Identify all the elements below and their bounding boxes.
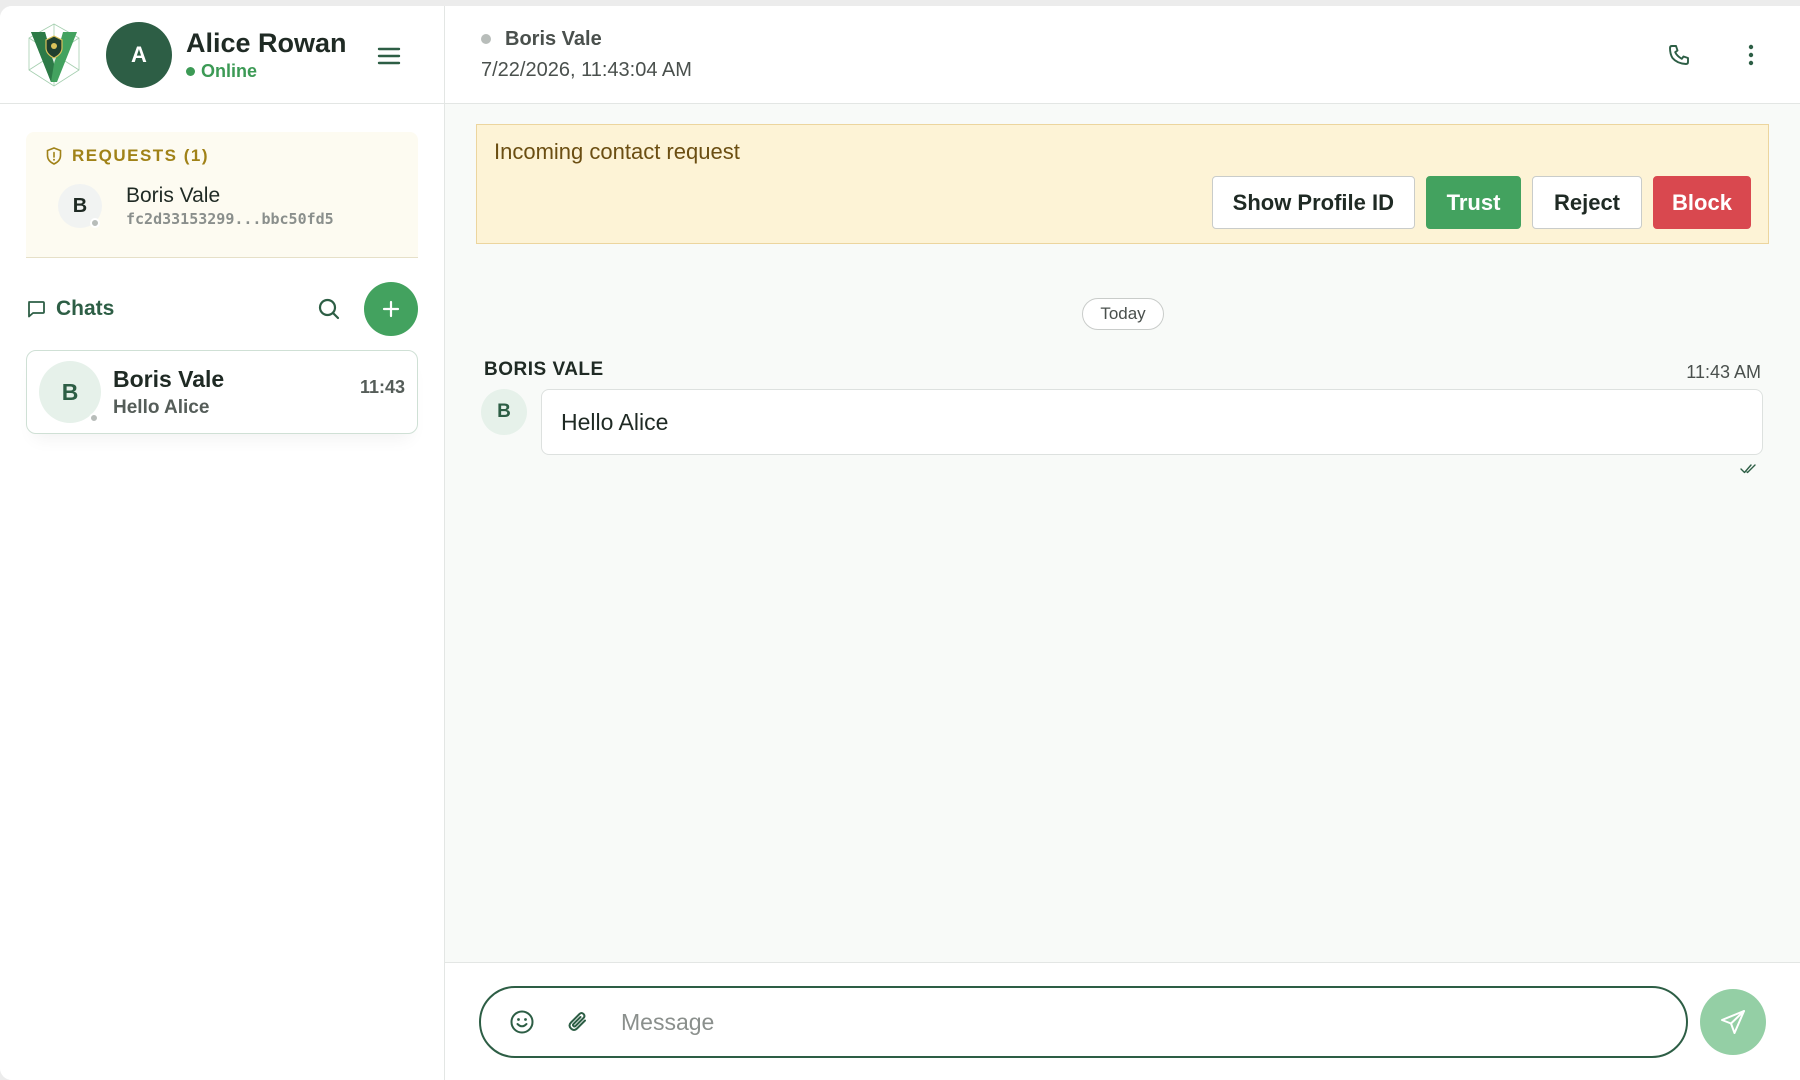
offline-status-dot: [481, 34, 491, 44]
offline-presence-dot: [90, 218, 100, 228]
requests-title: REQUESTS (1): [72, 146, 210, 165]
new-chat-button[interactable]: [364, 282, 418, 336]
phone-icon[interactable]: [1666, 42, 1692, 68]
message-composer: [479, 986, 1688, 1058]
chat-item-preview: Hello Alice: [113, 396, 210, 418]
hamburger-menu-icon[interactable]: [377, 46, 401, 66]
send-button[interactable]: [1700, 989, 1766, 1055]
block-button[interactable]: Block: [1653, 176, 1751, 229]
request-item[interactable]: B Boris Vale fc2d33153299...bbc50fd5: [58, 184, 400, 228]
plus-icon: [382, 300, 400, 318]
more-options-icon[interactable]: [1738, 42, 1764, 68]
message-bubble[interactable]: Hello Alice: [541, 389, 1763, 455]
trust-button[interactable]: Trust: [1426, 176, 1521, 229]
chat-item-time: 11:43: [359, 377, 405, 397]
search-icon[interactable]: [316, 296, 342, 322]
request-avatar: B: [58, 184, 102, 228]
chat-list-item[interactable]: B Boris Vale Hello Alice 11:43: [26, 350, 418, 434]
request-text: Boris Vale fc2d33153299...bbc50fd5: [126, 184, 334, 228]
chat-item-name: Boris Vale: [113, 365, 225, 392]
read-receipt-icon: [1740, 462, 1758, 476]
chat-bubble-icon: [28, 301, 45, 318]
offline-presence-dot: [89, 413, 99, 423]
chats-header: Chats: [26, 282, 418, 336]
chat-avatar: B: [39, 361, 101, 423]
chats-title-label: Chats: [56, 297, 115, 320]
app-logo: [24, 20, 84, 90]
request-profile-id: fc2d33153299...bbc50fd5: [126, 210, 334, 228]
profile-bar: A Alice Rowan Online: [0, 6, 444, 104]
emoji-icon[interactable]: [509, 1009, 535, 1035]
conversation-pane: Boris Vale 7/22/2026, 11:43:04 AM Incomi…: [445, 6, 1800, 1080]
day-separator: Today: [1082, 298, 1164, 330]
profile-status: Online: [186, 61, 347, 82]
chats-title: Chats: [26, 297, 114, 321]
reject-button[interactable]: Reject: [1532, 176, 1642, 229]
app-window: A Alice Rowan Online REQUESTS (1) B Bori…: [0, 6, 1800, 1080]
send-icon: [1721, 1010, 1745, 1034]
user-avatar[interactable]: A: [106, 21, 172, 88]
chat-header-info: Boris Vale 7/22/2026, 11:43:04 AM: [481, 28, 692, 82]
profile-status-label: Online: [201, 61, 258, 81]
message-time: 11:43 AM: [1686, 362, 1761, 382]
attachment-icon[interactable]: [565, 1009, 591, 1035]
chat-header-name: Boris Vale: [505, 27, 602, 50]
chat-header: Boris Vale 7/22/2026, 11:43:04 AM: [445, 6, 1800, 104]
profile-name: Alice Rowan: [186, 28, 347, 58]
online-status-dot: [186, 67, 195, 76]
message-input[interactable]: [621, 1008, 1686, 1036]
chat-header-actions: [1666, 42, 1764, 68]
profile-info: Alice Rowan Online: [186, 27, 347, 82]
requests-section: REQUESTS (1) B Boris Vale fc2d33153299..…: [26, 132, 418, 258]
contact-request-actions: Show Profile ID Trust Reject Block: [1211, 176, 1751, 229]
show-profile-id-button[interactable]: Show Profile ID: [1211, 176, 1415, 229]
requests-header: REQUESTS (1): [46, 146, 400, 166]
message-sender: BORIS VALE: [484, 359, 604, 380]
chat-header-timestamp: 7/22/2026, 11:43:04 AM: [481, 58, 692, 81]
chat-header-contact: Boris Vale: [481, 28, 692, 51]
message-avatar: B: [481, 389, 527, 435]
shield-alert-icon: [46, 147, 62, 165]
chat-avatar-initial: B: [61, 378, 79, 405]
composer-area: [445, 962, 1800, 1080]
contact-request-text: Incoming contact request: [494, 139, 740, 164]
request-avatar-initial: B: [72, 194, 88, 217]
sidebar: A Alice Rowan Online REQUESTS (1) B Bori…: [0, 6, 445, 1080]
request-name: Boris Vale: [126, 184, 221, 207]
chat-item-text: Boris Vale Hello Alice: [113, 366, 360, 419]
shield-v-logo-icon: [28, 23, 80, 86]
contact-request-banner: Incoming contact request Show Profile ID…: [476, 124, 1769, 244]
